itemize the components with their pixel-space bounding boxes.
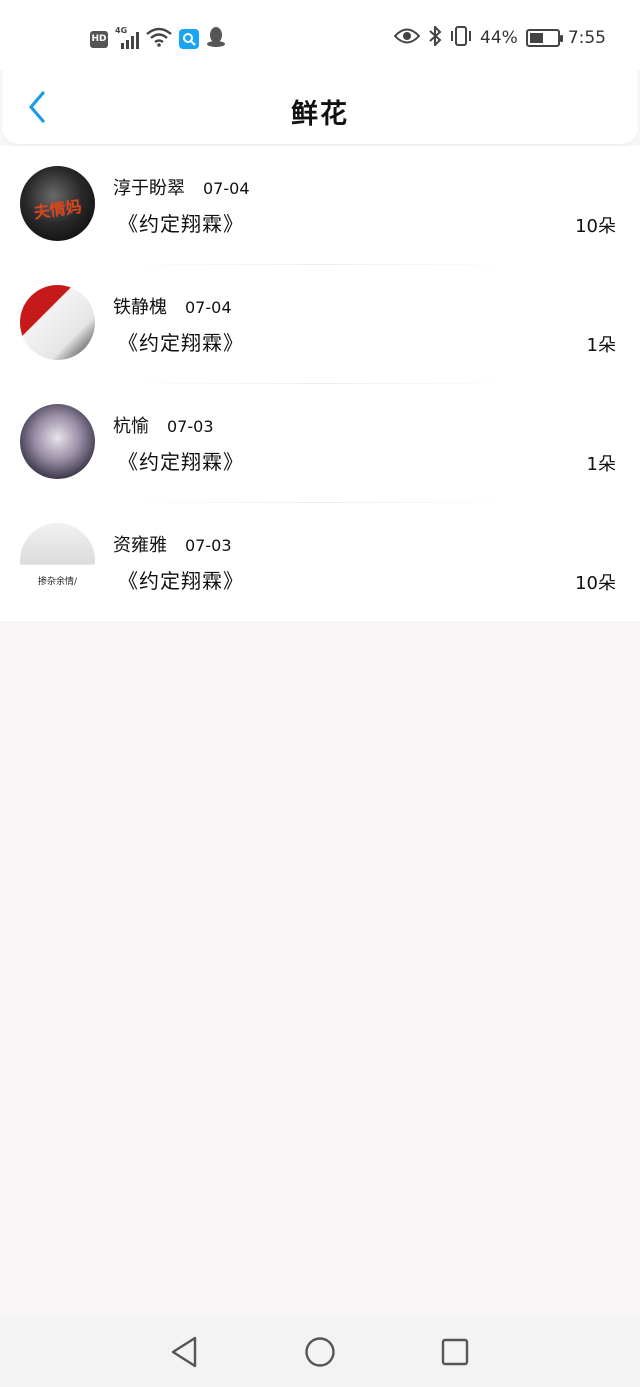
- sender-name: 铁静槐: [113, 297, 167, 318]
- flower-count: 10朵: [575, 573, 616, 594]
- send-date: 07-04: [185, 298, 232, 317]
- avatar[interactable]: [20, 285, 95, 360]
- sender-line: 铁静槐 07-04: [113, 293, 232, 319]
- book-title: 《约定翔霖》: [118, 212, 244, 236]
- flower-count: 10朵: [575, 216, 616, 237]
- avatar[interactable]: 夫情妈: [20, 166, 95, 241]
- list-item[interactable]: 夫情妈 淳于盼翠 07-04 《约定翔霖》 10朵: [0, 146, 640, 265]
- avatar[interactable]: [20, 404, 95, 479]
- home-circle-icon: [305, 1337, 335, 1367]
- send-date: 07-04: [203, 179, 250, 198]
- send-date: 07-03: [167, 417, 214, 436]
- status-bar: HD 4G 44% 7:55: [0, 0, 640, 70]
- signal-icon: 4G: [115, 26, 139, 49]
- sender-name: 资雍雅: [113, 535, 167, 556]
- clock: 7:55: [567, 28, 606, 48]
- book-title: 《约定翔霖》: [118, 569, 244, 593]
- page-title: 鲜花: [291, 99, 349, 130]
- sender-name: 淳于盼翠: [113, 178, 185, 199]
- list-item[interactable]: 杭愉 07-03 《约定翔霖》 1朵: [0, 384, 640, 503]
- search-app-icon: [179, 29, 199, 49]
- eye-icon: [393, 27, 421, 49]
- nav-recents-button[interactable]: [437, 1334, 473, 1370]
- nav-home-button[interactable]: [302, 1334, 338, 1370]
- list-item[interactable]: 铁静槐 07-04 《约定翔霖》 1朵: [0, 265, 640, 384]
- list-item[interactable]: 掺杂余情/ 资雍雅 07-03 《约定翔霖》 10朵: [0, 503, 640, 622]
- vibrate-icon: [450, 26, 472, 50]
- title-bar: 鲜花: [2, 70, 638, 144]
- sender-line: 杭愉 07-03: [113, 412, 214, 438]
- bluetooth-icon: [428, 24, 442, 50]
- wifi-icon: [146, 27, 172, 51]
- sender-line: 资雍雅 07-03: [113, 531, 232, 557]
- sender-line: 淳于盼翠 07-04: [113, 174, 250, 200]
- hd-icon: HD: [90, 30, 108, 48]
- avatar[interactable]: 掺杂余情/: [20, 523, 95, 598]
- status-left: HD 4G: [90, 26, 226, 52]
- battery-icon: [525, 29, 563, 47]
- book-title: 《约定翔霖》: [118, 450, 244, 474]
- sender-name: 杭愉: [113, 416, 149, 437]
- status-right: 44% 7:55: [393, 24, 606, 50]
- avatar-caption: 夫情妈: [32, 196, 83, 223]
- book-title: 《约定翔霖》: [118, 331, 244, 355]
- nav-back-button[interactable]: [166, 1334, 202, 1370]
- back-triangle-icon: [171, 1336, 197, 1368]
- send-date: 07-03: [185, 536, 232, 555]
- recents-square-icon: [441, 1338, 469, 1366]
- battery-percent: 44%: [480, 28, 518, 48]
- avatar-caption: 掺杂余情/: [37, 577, 78, 587]
- flower-record-list: 夫情妈 淳于盼翠 07-04 《约定翔霖》 10朵 铁静槐 07-04 《约定翔霖》…: [0, 146, 640, 621]
- flower-count: 1朵: [586, 335, 616, 356]
- system-nav-bar: [0, 1316, 640, 1387]
- flower-count: 1朵: [586, 454, 616, 475]
- qq-icon: [206, 26, 226, 52]
